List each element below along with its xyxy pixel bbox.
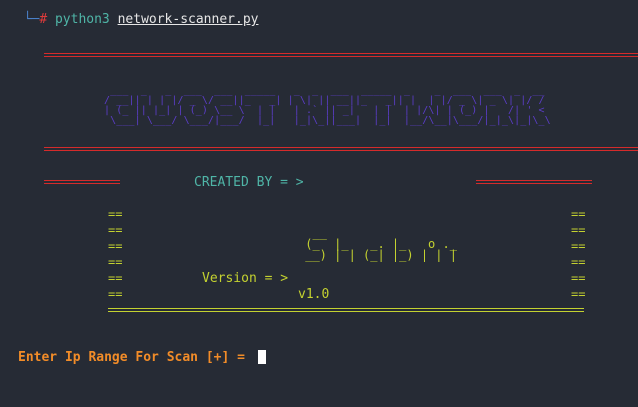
created-rule-left-1 — [44, 180, 120, 181]
left-eq-2: == — [108, 223, 123, 237]
prompt-line: └─# python3 network-scanner.py — [8, 0, 259, 27]
right-eq-3: == — [571, 239, 586, 253]
bottom-rule-2 — [108, 311, 584, 312]
left-eq-5: == — [108, 271, 123, 285]
left-eq-4: == — [108, 255, 123, 269]
terminal-cursor[interactable] — [258, 350, 266, 364]
created-rule-right-1 — [476, 180, 592, 181]
version-value: v1.0 — [298, 287, 330, 302]
right-eq-1: == — [571, 207, 586, 221]
argument-text: network-scanner.py — [117, 12, 259, 27]
created-rule-right-2 — [476, 183, 592, 184]
prompt-symbol: # — [39, 12, 48, 27]
top-rule-2 — [44, 56, 638, 57]
prompt-prefix: └─ — [23, 12, 40, 27]
scan-input-prompt: Enter Ip Range For Scan [+] = — [18, 350, 253, 365]
left-eq-1: == — [108, 207, 123, 221]
right-eq-2: == — [571, 223, 586, 237]
ghost-network-title-art: ___ _ _ ___ ___ _____ _ _ ___ _____ _ _ … — [104, 85, 551, 126]
top-rule-1 — [44, 53, 638, 54]
mid-rule-2 — [44, 150, 638, 151]
bottom-rule-1 — [108, 308, 584, 309]
created-by-label: CREATED BY = > — [194, 175, 304, 190]
mid-rule-1 — [44, 147, 638, 148]
right-eq-5: == — [571, 271, 586, 285]
left-eq-6: == — [108, 287, 123, 301]
author-art: __ (_ |_ _. |_ o ._ __) | | (_| |_) | | … — [305, 226, 457, 262]
command-text: python3 — [54, 12, 110, 27]
created-rule-left-2 — [44, 183, 120, 184]
version-label: Version = > — [202, 271, 289, 286]
left-eq-3: == — [108, 239, 123, 253]
right-eq-4: == — [571, 255, 586, 269]
right-eq-6: == — [571, 287, 586, 301]
